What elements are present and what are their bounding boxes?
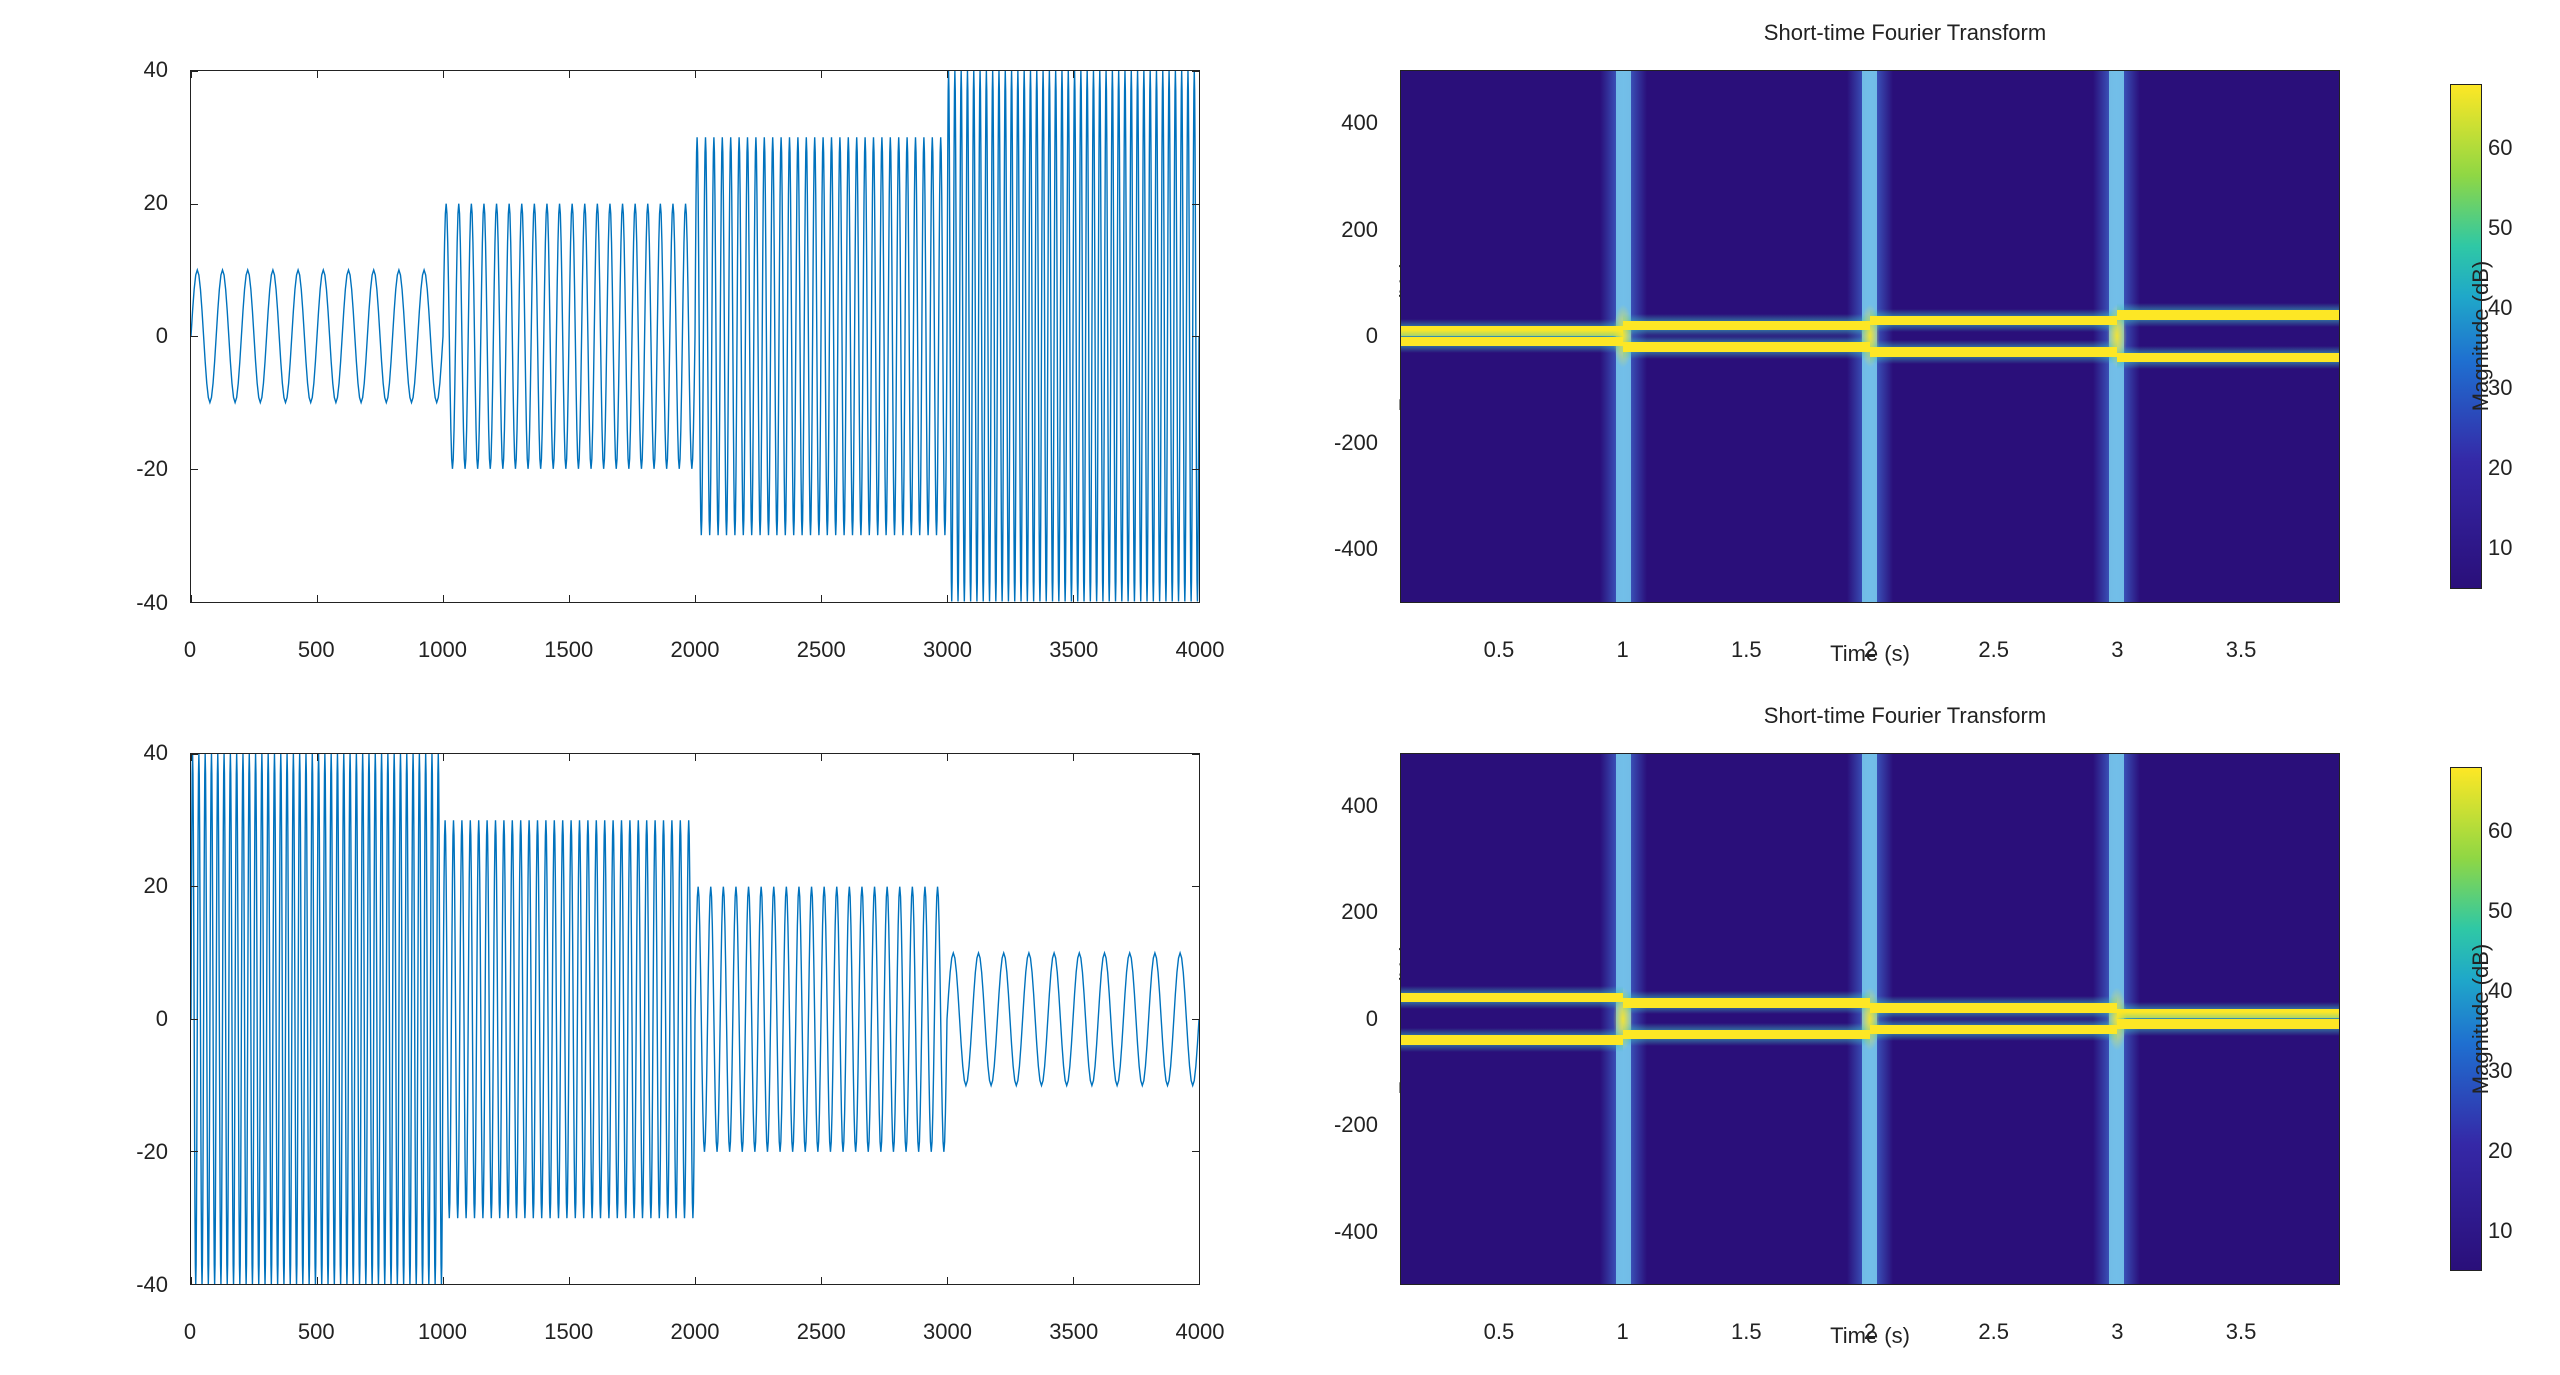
colorbar-label: Magnitude (dB) [2468,944,2494,1094]
stft-ridge [2117,310,2339,320]
x-tick: 4000 [1176,1319,1225,1345]
colorbar-tick: 60 [2488,135,2512,161]
stft-ridge [1401,1035,1623,1045]
y-tick: 20 [144,190,168,216]
stft-node [1613,987,1634,1051]
stft-node [1613,304,1634,368]
plot-box [1400,70,2340,603]
x-tick: 1500 [544,1319,593,1345]
colorbar-tick: 50 [2488,898,2512,924]
x-tick: 3000 [923,1319,972,1345]
line-plot [191,754,1199,1285]
stft-ridge [1623,342,1870,352]
x-axis-label: Time (s) [1400,1323,2340,1349]
axes-stft-bottom: Short-time Fourier Transform Frequency (… [1330,723,2480,1336]
subplot-grid: -40-2002040 0500100015002000250030003500… [0,0,2560,1375]
y-tick: 200 [1341,217,1378,243]
stft-node [2107,304,2128,368]
x-tick: 500 [298,1319,335,1345]
y-tick: 0 [156,323,168,349]
x-tick: 1000 [418,637,467,663]
stft-ridge [1623,321,1870,331]
stft-ridge [1623,998,1870,1008]
colorbar: 102030405060 Magnitude (dB) [2450,70,2480,603]
stft-node [1860,304,1881,368]
plot-box [190,70,1200,603]
y-tick: -20 [136,456,168,482]
axes-title: Short-time Fourier Transform [1330,703,2480,729]
x-tick: 1000 [418,1319,467,1345]
colorbar-tick: 10 [2488,535,2512,561]
x-tick: 0 [184,1319,196,1345]
x-tick: 3000 [923,637,972,663]
x-tick: 2500 [797,1319,846,1345]
y-tick: -40 [136,1272,168,1298]
y-tick: -20 [136,1139,168,1165]
x-tick: 4000 [1176,637,1225,663]
stft-ridge [1870,1003,2117,1013]
x-tick: 3500 [1049,1319,1098,1345]
stft-ridge [1623,1030,1870,1040]
x-tick: 0 [184,637,196,663]
colorbar-tick: 60 [2488,818,2512,844]
y-tick: -40 [136,590,168,616]
y-tick: -200 [1334,430,1378,456]
colorbar-label: Magnitude (dB) [2468,261,2494,411]
axes-timeseries-bottom: -40-2002040 0500100015002000250030003500… [120,723,1270,1336]
y-tick: -400 [1334,536,1378,562]
y-tick: 0 [1366,323,1378,349]
x-tick: 2500 [797,637,846,663]
plot-box [1400,753,2340,1286]
y-tick: 20 [144,873,168,899]
y-tick: 0 [156,1006,168,1032]
y-tick: 40 [144,57,168,83]
colorbar-tick: 50 [2488,215,2512,241]
y-tick: 400 [1341,793,1378,819]
axes-stft-top: Short-time Fourier Transform Frequency (… [1330,40,2480,653]
plot-box [190,753,1200,1286]
plot-area: Frequency (Hz) -400-2000200400 0.511.522… [1400,70,2340,603]
stft-ridge [1401,993,1623,1003]
plot-area: -40-2002040 0500100015002000250030003500… [190,70,1200,603]
plot-area: Frequency (Hz) -400-2000200400 0.511.522… [1400,753,2340,1286]
stft-ridge [2117,1019,2339,1029]
x-tick: 500 [298,637,335,663]
plot-area: -40-2002040 0500100015002000250030003500… [190,753,1200,1286]
colorbar-tick: 10 [2488,1218,2512,1244]
x-axis-label: Time (s) [1400,641,2340,667]
line-plot [191,71,1199,602]
stft-ridge [1870,347,2117,357]
colorbar: 102030405060 Magnitude (dB) [2450,753,2480,1286]
figure-page: -40-2002040 0500100015002000250030003500… [0,0,2560,1375]
stft-node [1860,987,1881,1051]
stft-ridge [1401,337,1623,347]
y-tick: -400 [1334,1219,1378,1245]
x-tick: 1500 [544,637,593,663]
axes-title: Short-time Fourier Transform [1330,20,2480,46]
y-tick: 0 [1366,1006,1378,1032]
axes-timeseries-top: -40-2002040 0500100015002000250030003500… [120,40,1270,653]
stft-node [2107,987,2128,1051]
y-tick: 40 [144,740,168,766]
stft-ridge [1870,316,2117,326]
y-tick: -200 [1334,1112,1378,1138]
x-tick: 2000 [671,637,720,663]
y-tick: 400 [1341,110,1378,136]
y-tick: 200 [1341,899,1378,925]
stft-ridge [2117,353,2339,363]
x-tick: 3500 [1049,637,1098,663]
colorbar-tick: 20 [2488,455,2512,481]
colorbar-tick: 20 [2488,1138,2512,1164]
stft-ridge [1870,1025,2117,1035]
x-tick: 2000 [671,1319,720,1345]
